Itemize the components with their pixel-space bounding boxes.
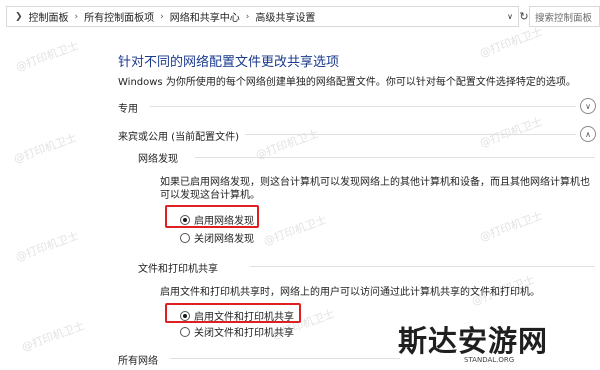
- chevron-right-icon: ❯: [15, 11, 23, 22]
- logo-text: 斯达安游网: [398, 324, 549, 358]
- chevron-right-icon: ›: [74, 11, 79, 22]
- breadcrumb-item-network-center[interactable]: 网络和共享中心: [170, 9, 240, 24]
- refresh-icon[interactable]: ↻: [519, 6, 528, 27]
- profile-private-header[interactable]: 专用: [118, 100, 138, 115]
- radio-disable-network-discovery[interactable]: 关闭网络发现: [180, 230, 254, 245]
- expand-chevron-icon[interactable]: ∨: [580, 98, 596, 114]
- divider: [250, 266, 595, 267]
- radio-label: 启用网络发现: [194, 216, 254, 227]
- page-title: 针对不同的网络配置文件更改共享选项: [118, 55, 340, 70]
- watermark: @打印机卫士: [477, 209, 545, 244]
- network-discovery-description: 如果已启用网络发现，则这台计算机可以发现网络上的其他计算机和设备，而且其他网络计…: [160, 177, 590, 201]
- chevron-right-icon: ›: [160, 11, 164, 22]
- file-printer-sharing-heading: 文件和打印机共享: [138, 264, 218, 275]
- watermark: @打印机卫士: [261, 213, 329, 248]
- radio-enable-file-printer-sharing[interactable]: 启用文件和打印机共享: [180, 308, 294, 323]
- page-description: Windows 为你所使用的每个网络创建单独的网络配置文件。你可以针对每个配置文…: [118, 77, 576, 88]
- file-printer-sharing-description: 启用文件和打印机共享时，网络上的用户可以访问通过此计算机共享的文件和打印机。: [160, 287, 540, 298]
- radio-selected-icon: [180, 310, 190, 321]
- site-logo: 斯达安游网 STANDAL.ORG: [398, 318, 568, 370]
- profile-guest-header[interactable]: 来宾或公用 (当前配置文件): [118, 128, 239, 143]
- watermark: @打印机卫士: [13, 229, 81, 264]
- breadcrumb-item-control-panel[interactable]: 控制面板: [29, 9, 69, 24]
- chevron-down-icon[interactable]: ∨: [502, 6, 518, 27]
- breadcrumb[interactable]: ❯ 控制面板 › 所有控制面板项 › 网络和共享中心 › 高级共享设置: [6, 6, 519, 27]
- breadcrumb-item-all-items[interactable]: 所有控制面板项: [84, 9, 154, 24]
- watermark: @打印机卫士: [477, 115, 545, 150]
- radio-label: 关闭文件和打印机共享: [194, 328, 294, 339]
- radio-label: 启用文件和打印机共享: [194, 312, 294, 323]
- radio-selected-icon: [180, 214, 190, 225]
- divider: [195, 157, 595, 158]
- profile-all-networks-header[interactable]: 所有网络: [118, 352, 158, 367]
- logo-subtext: STANDAL.ORG: [464, 356, 515, 364]
- network-discovery-heading: 网络发现: [138, 154, 178, 165]
- radio-unselected-icon: [180, 232, 190, 243]
- divider: [245, 134, 576, 135]
- collapse-chevron-icon[interactable]: ∧: [580, 126, 596, 142]
- divider: [170, 358, 400, 359]
- radio-disable-file-printer-sharing[interactable]: 关闭文件和打印机共享: [180, 324, 294, 339]
- address-bar: ❯ 控制面板 › 所有控制面板项 › 网络和共享中心 › 高级共享设置 ∨ ↻ …: [0, 0, 600, 32]
- chevron-right-icon: ›: [245, 11, 250, 22]
- divider: [150, 106, 576, 107]
- watermark: @打印机卫士: [19, 319, 87, 354]
- radio-unselected-icon: [180, 326, 190, 337]
- radio-label: 关闭网络发现: [194, 234, 254, 245]
- watermark: @打印机卫士: [11, 131, 79, 166]
- radio-enable-network-discovery[interactable]: 启用网络发现: [180, 212, 254, 227]
- breadcrumb-item-advanced-sharing[interactable]: 高级共享设置: [255, 9, 315, 24]
- watermark: @打印机卫士: [13, 39, 81, 74]
